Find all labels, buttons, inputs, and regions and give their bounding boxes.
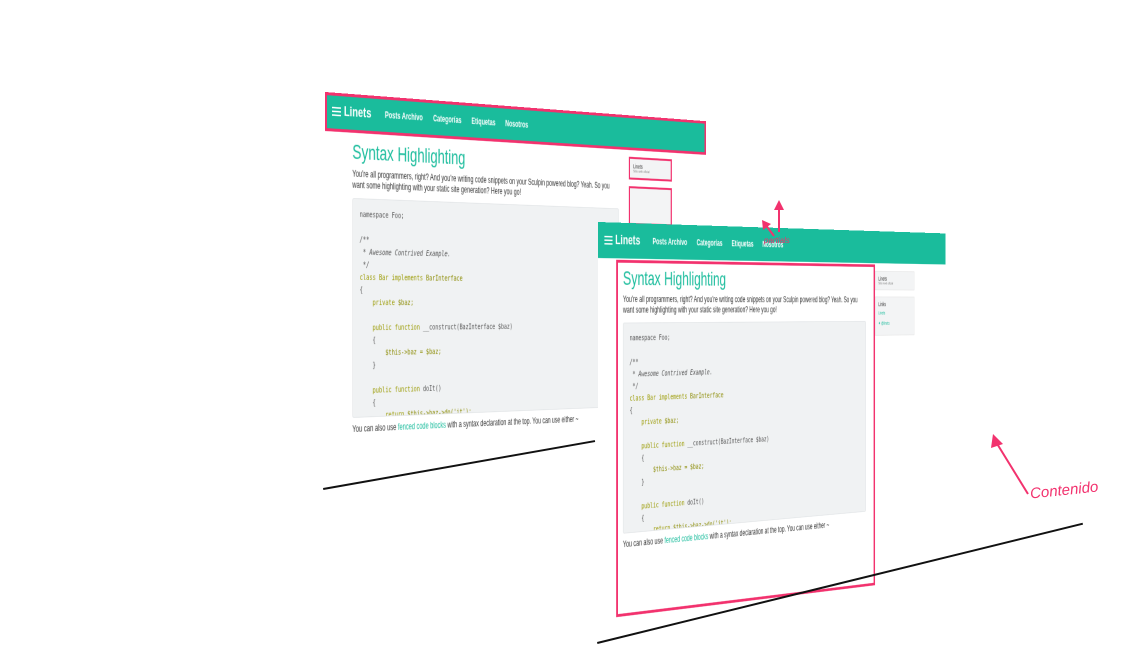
brand-logo[interactable]: Linets <box>604 232 640 249</box>
annotation-partials: partials <box>764 236 790 245</box>
sidebar-link-linets[interactable]: Linets <box>878 311 911 316</box>
sidebar-brand-box: Linets Sitio web oficial <box>875 271 914 291</box>
sidebar-brand-box: Linets Sitio web oficial <box>629 157 672 182</box>
sidebar: Linets Sitio web oficial Links Linets ✦ … <box>875 271 914 342</box>
nav-posts-archivo[interactable]: Posts Archivo <box>653 236 688 247</box>
code-block: namespace Foo; /** * Awesome Contrived E… <box>352 198 619 418</box>
fenced-code-blocks-link[interactable]: fenced code blocks <box>398 420 446 432</box>
brand-name: Linets <box>615 233 640 249</box>
sidebar-link-twitter[interactable]: ✦ @linets <box>878 321 911 326</box>
sidebar: Linets Sitio web oficial <box>629 157 672 233</box>
illustration-stage: Linets Posts Archivo Categorías Etiqueta… <box>0 0 1133 648</box>
sidebar-links-box <box>629 186 672 226</box>
menu-lines-icon <box>604 235 612 245</box>
main-content: Syntax Highlighting You're all programme… <box>352 140 619 434</box>
sidebar-links-box: Links Linets ✦ @linets <box>875 297 914 336</box>
annotation-contenido: Contenido <box>1029 478 1099 502</box>
nav-etiquetas[interactable]: Etiquetas <box>732 239 754 249</box>
content-highlight <box>616 260 875 617</box>
nav-categorias[interactable]: Categorías <box>697 238 723 248</box>
front-page-mockup: Linets Posts Archivo Categorías Etiqueta… <box>598 222 945 625</box>
